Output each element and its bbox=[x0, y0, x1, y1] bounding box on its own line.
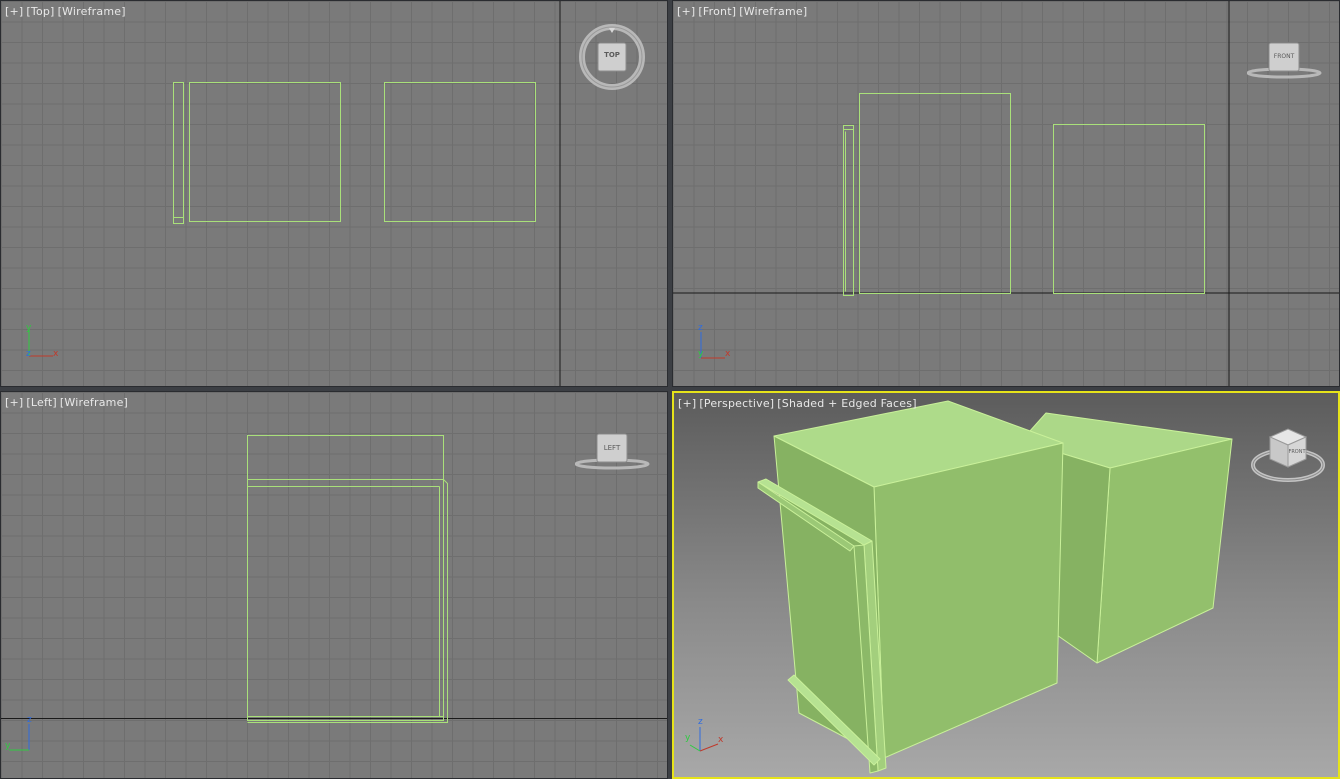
viewport-menu-button[interactable]: [+] bbox=[5, 396, 23, 409]
axis-b-label: y bbox=[685, 733, 691, 743]
shading-mode-label[interactable]: [Wireframe] bbox=[60, 396, 128, 409]
axis-a-label: z bbox=[698, 717, 703, 727]
view-type-label[interactable]: [Top] bbox=[26, 5, 54, 18]
viewport-label-perspective: [+] [Perspective] [Shaded + Edged Faces] bbox=[678, 397, 920, 410]
axis-b-label: y bbox=[698, 349, 704, 359]
axis-c-label: x bbox=[725, 349, 731, 359]
cabinet-box-2-wire[interactable] bbox=[1053, 124, 1205, 294]
viewport-label-top: [+] [Top] [Wireframe] bbox=[5, 5, 129, 18]
axis-tripod: y z x bbox=[23, 323, 63, 367]
shading-mode-label[interactable]: [Wireframe] bbox=[58, 5, 126, 18]
axis-a-label: z bbox=[698, 323, 703, 333]
cabinet-box-2-wire[interactable] bbox=[384, 82, 536, 222]
axis-tripod: z y bbox=[3, 715, 43, 759]
viewport-label-front: [+] [Front] [Wireframe] bbox=[677, 5, 810, 18]
viewport-menu-button[interactable]: [+] bbox=[677, 5, 695, 18]
door-panel-wire[interactable] bbox=[173, 82, 184, 224]
axis-c-label: x bbox=[718, 735, 724, 745]
door-panel-wire[interactable] bbox=[247, 479, 448, 723]
view-cube[interactable]: FRONT bbox=[1250, 423, 1326, 491]
viewport-menu-button[interactable]: [+] bbox=[5, 5, 23, 18]
viewport-perspective[interactable]: [+][Perspective][Shaded + Edged Faces] bbox=[672, 391, 1340, 779]
view-cube-label: LEFT bbox=[603, 444, 621, 452]
view-cube[interactable]: FRONT bbox=[1246, 41, 1323, 85]
axis-a-label: z bbox=[27, 715, 32, 725]
cabinet-box-1-wire[interactable] bbox=[859, 93, 1011, 294]
axis-c-label: x bbox=[53, 349, 59, 359]
viewport-top[interactable]: [+] [Top] [Wireframe] TOP y z x bbox=[0, 0, 668, 387]
view-cube-label: FRONT bbox=[1288, 449, 1306, 455]
axis-b-label: y bbox=[5, 741, 11, 751]
viewport-label-left: [+] [Left] [Wireframe] bbox=[5, 396, 131, 409]
axis-tripod: z y x bbox=[695, 323, 735, 367]
axis-b-label: z bbox=[26, 349, 31, 359]
view-type-label[interactable]: [Front] bbox=[698, 5, 736, 18]
viewport-menu-button[interactable]: [+] bbox=[678, 397, 696, 410]
axis-a-label: y bbox=[26, 323, 32, 333]
left-scene bbox=[1, 435, 667, 723]
view-type-label[interactable]: [Perspective] bbox=[699, 397, 774, 410]
view-cube[interactable]: TOP bbox=[579, 24, 647, 96]
viewport-front[interactable]: [+] [Front] [Wireframe] FRONT z y x bbox=[672, 0, 1340, 387]
front-scene bbox=[673, 1, 1339, 386]
shading-mode-label[interactable]: [Wireframe] bbox=[739, 5, 807, 18]
cabinet-boxes-wire[interactable] bbox=[247, 435, 444, 721]
top-scene bbox=[173, 1, 561, 386]
cabinet-box-1-wire[interactable] bbox=[189, 82, 341, 222]
view-cube[interactable]: LEFT bbox=[574, 432, 651, 476]
axis-tripod: z y x bbox=[684, 717, 728, 763]
viewport-left[interactable]: [+] [Left] [Wireframe] LEFT z y bbox=[0, 391, 668, 779]
view-cube-label: TOP bbox=[604, 51, 620, 59]
shading-mode-label[interactable]: [Shaded + Edged Faces] bbox=[777, 397, 916, 410]
view-type-label[interactable]: [Left] bbox=[26, 396, 56, 409]
perspective-scene bbox=[757, 400, 1233, 774]
view-cube-label: FRONT bbox=[1273, 53, 1295, 60]
